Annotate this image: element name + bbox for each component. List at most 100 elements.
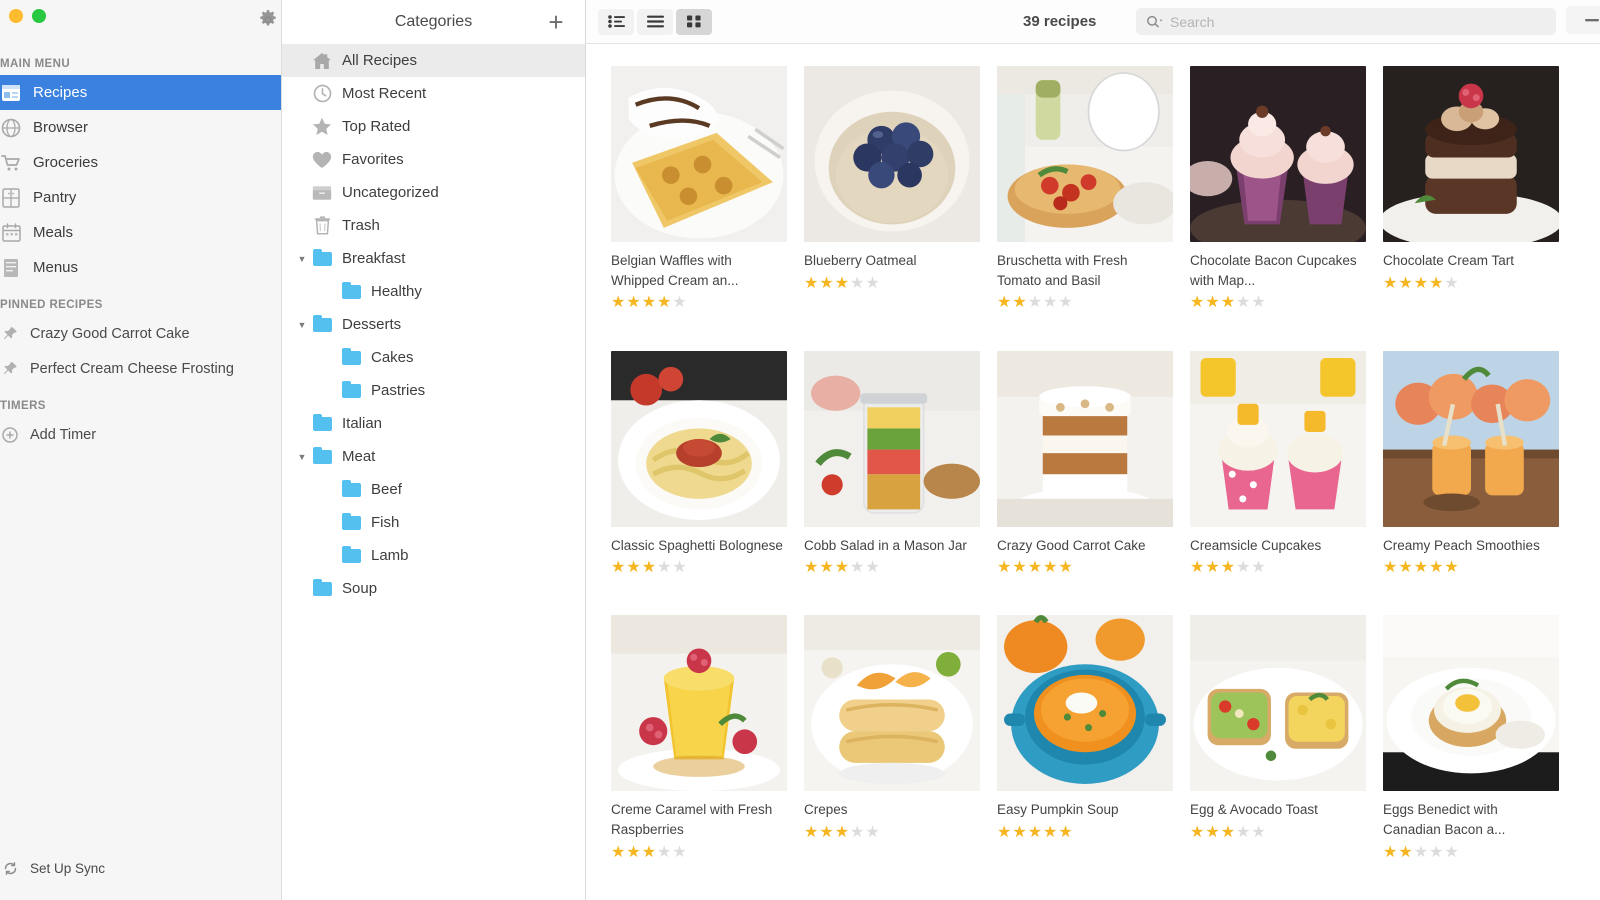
pinned-recipe-item[interactable]: Perfect Cream Cheese Frosting xyxy=(0,351,281,386)
recipe-rating[interactable]: ★★★★★ xyxy=(1383,275,1576,292)
sidebar-item-pantry[interactable]: Pantry xyxy=(0,180,281,215)
recipe-card[interactable]: Cobb Salad in a Mason Jar ★★★★★ xyxy=(804,350,997,593)
recipe-card[interactable]: Creamsicle Cupcakes ★★★★★ xyxy=(1190,350,1383,593)
recipe-card[interactable]: Chocolate Cream Tart ★★★★★ xyxy=(1383,66,1576,328)
recipe-title: Chocolate Bacon Cupcakes with Map... xyxy=(1190,253,1357,288)
category-item-label: Soup xyxy=(342,580,378,597)
sidebar-item-groceries[interactable]: Groceries xyxy=(0,145,281,180)
category-item-trash[interactable]: Trash xyxy=(282,209,585,242)
add-timer-label: Add Timer xyxy=(30,426,97,443)
recipe-thumbnail[interactable] xyxy=(804,350,980,527)
window-controls[interactable] xyxy=(0,9,46,23)
category-item-meat[interactable]: ▼ Meat xyxy=(282,440,585,473)
recipe-thumbnail[interactable] xyxy=(804,66,980,242)
sidebar-item-recipes[interactable]: Recipes xyxy=(0,75,281,110)
recipe-grid: Belgian Waffles with Whipped Cream an...… xyxy=(586,44,1600,900)
zoom-button[interactable] xyxy=(32,9,46,23)
category-item-beef[interactable]: Beef xyxy=(282,473,585,506)
disclosure-triangle-icon[interactable]: ▼ xyxy=(294,320,310,330)
recipes-icon xyxy=(0,83,22,103)
list-detail-view-button[interactable] xyxy=(598,8,634,35)
category-item-fish[interactable]: Fish xyxy=(282,506,585,539)
category-item-breakfast[interactable]: ▼ Breakfast xyxy=(282,242,585,275)
recipe-thumbnail[interactable] xyxy=(1190,350,1366,527)
list-rows-view-button[interactable] xyxy=(637,8,673,35)
add-timer-button[interactable]: Add Timer xyxy=(0,417,281,452)
recipe-rating[interactable]: ★★★★★ xyxy=(804,825,997,841)
folder-icon xyxy=(310,446,334,464)
recipe-rating[interactable]: ★★★★★ xyxy=(1383,844,1576,861)
recipe-thumbnail[interactable] xyxy=(1383,615,1559,792)
recipe-card[interactable]: Crazy Good Carrot Cake ★★★★★ xyxy=(997,350,1190,593)
recipe-card[interactable]: Creme Caramel with Fresh Raspberries ★★★★… xyxy=(611,615,804,877)
category-item-all-recipes[interactable]: All Recipes xyxy=(282,44,585,77)
recipe-thumbnail[interactable] xyxy=(1383,66,1559,242)
gear-icon[interactable] xyxy=(256,8,280,32)
category-item-healthy[interactable]: Healthy xyxy=(282,275,585,308)
recipe-thumbnail[interactable] xyxy=(997,615,1173,792)
category-item-pastries[interactable]: Pastries xyxy=(282,374,585,407)
recipe-rating[interactable]: ★★★★★ xyxy=(1190,825,1383,841)
category-item-favorites[interactable]: Favorites xyxy=(282,143,585,176)
recipe-card[interactable]: Easy Pumpkin Soup ★★★★★ xyxy=(997,615,1190,877)
category-item-uncategorized[interactable]: Uncategorized xyxy=(282,176,585,209)
recipe-card[interactable]: Crepes ★★★★★ xyxy=(804,615,997,877)
recipe-title: Creme Caramel with Fresh Raspberries xyxy=(611,802,773,838)
search-icon[interactable] xyxy=(1146,15,1163,28)
recipe-rating[interactable]: ★★★★★ xyxy=(611,560,804,576)
disclosure-triangle-icon[interactable]: ▼ xyxy=(294,254,310,264)
recipe-thumbnail[interactable] xyxy=(611,615,787,792)
set-up-sync-button[interactable]: Set Up Sync xyxy=(0,861,281,876)
recipe-thumbnail[interactable] xyxy=(1190,66,1366,242)
toolbar-overflow-button[interactable] xyxy=(1566,6,1600,34)
recipe-thumbnail[interactable] xyxy=(1383,350,1559,527)
recipe-card[interactable]: Belgian Waffles with Whipped Cream an...… xyxy=(611,66,804,328)
view-mode-toggle[interactable] xyxy=(598,8,712,35)
sidebar-item-browser[interactable]: Browser xyxy=(0,110,281,145)
pinned-recipe-item[interactable]: Crazy Good Carrot Cake xyxy=(0,316,281,351)
category-item-label: Lamb xyxy=(371,547,409,564)
recipe-thumbnail[interactable] xyxy=(997,66,1173,242)
recipe-thumbnail[interactable] xyxy=(1190,615,1366,792)
recipe-card[interactable]: Eggs Benedict with Canadian Bacon a... ★★… xyxy=(1383,615,1576,877)
recipe-rating[interactable]: ★★★★★ xyxy=(1383,560,1576,576)
recipe-rating[interactable]: ★★★★★ xyxy=(804,275,997,292)
category-item-label: Most Recent xyxy=(342,85,427,102)
recipe-rating[interactable]: ★★★★★ xyxy=(997,560,1190,576)
sidebar-item-menus[interactable]: Menus xyxy=(0,250,281,285)
recipe-card[interactable]: Classic Spaghetti Bolognese ★★★★★ xyxy=(611,350,804,593)
sidebar-item-meals[interactable]: Meals xyxy=(0,215,281,250)
recipe-thumbnail[interactable] xyxy=(804,615,980,792)
category-item-lamb[interactable]: Lamb xyxy=(282,539,585,572)
recipe-card[interactable]: Creamy Peach Smoothies ★★★★★ xyxy=(1383,350,1576,593)
recipe-card[interactable]: Chocolate Bacon Cupcakes with Map... ★★★★… xyxy=(1190,66,1383,328)
recipe-rating[interactable]: ★★★★★ xyxy=(1190,295,1383,311)
recipe-card[interactable]: Bruschetta with Fresh Tomato and Basil ★★… xyxy=(997,66,1190,328)
category-item-cakes[interactable]: Cakes xyxy=(282,341,585,374)
recipe-rating[interactable]: ★★★★★ xyxy=(611,295,804,311)
app-window: MAIN MENU Recipes Browser Groceries Pant… xyxy=(0,0,1600,900)
search-input[interactable] xyxy=(1170,13,1540,30)
trash-icon xyxy=(310,216,334,235)
grid-view-button[interactable] xyxy=(676,8,712,35)
recipe-thumbnail[interactable] xyxy=(611,66,787,242)
recipe-rating[interactable]: ★★★★★ xyxy=(997,825,1190,841)
recipe-rating[interactable]: ★★★★★ xyxy=(1190,560,1383,576)
category-item-desserts[interactable]: ▼ Desserts xyxy=(282,308,585,341)
search-field[interactable] xyxy=(1136,8,1556,35)
category-item-most-recent[interactable]: Most Recent xyxy=(282,77,585,110)
category-item-italian[interactable]: Italian xyxy=(282,407,585,440)
recipe-title: Egg & Avocado Toast xyxy=(1190,802,1318,818)
recipe-card[interactable]: Egg & Avocado Toast ★★★★★ xyxy=(1190,615,1383,877)
category-item-top-rated[interactable]: Top Rated xyxy=(282,110,585,143)
recipe-thumbnail[interactable] xyxy=(997,350,1173,527)
minimize-button[interactable] xyxy=(9,9,23,23)
recipe-rating[interactable]: ★★★★★ xyxy=(997,295,1190,311)
disclosure-triangle-icon[interactable]: ▼ xyxy=(294,452,310,462)
recipe-rating[interactable]: ★★★★★ xyxy=(611,844,804,861)
recipe-rating[interactable]: ★★★★★ xyxy=(804,560,997,576)
recipe-thumbnail[interactable] xyxy=(611,350,787,527)
add-category-button[interactable]: + xyxy=(543,9,569,35)
recipe-card[interactable]: Blueberry Oatmeal ★★★★★ xyxy=(804,66,997,328)
category-item-soup[interactable]: Soup xyxy=(282,572,585,605)
